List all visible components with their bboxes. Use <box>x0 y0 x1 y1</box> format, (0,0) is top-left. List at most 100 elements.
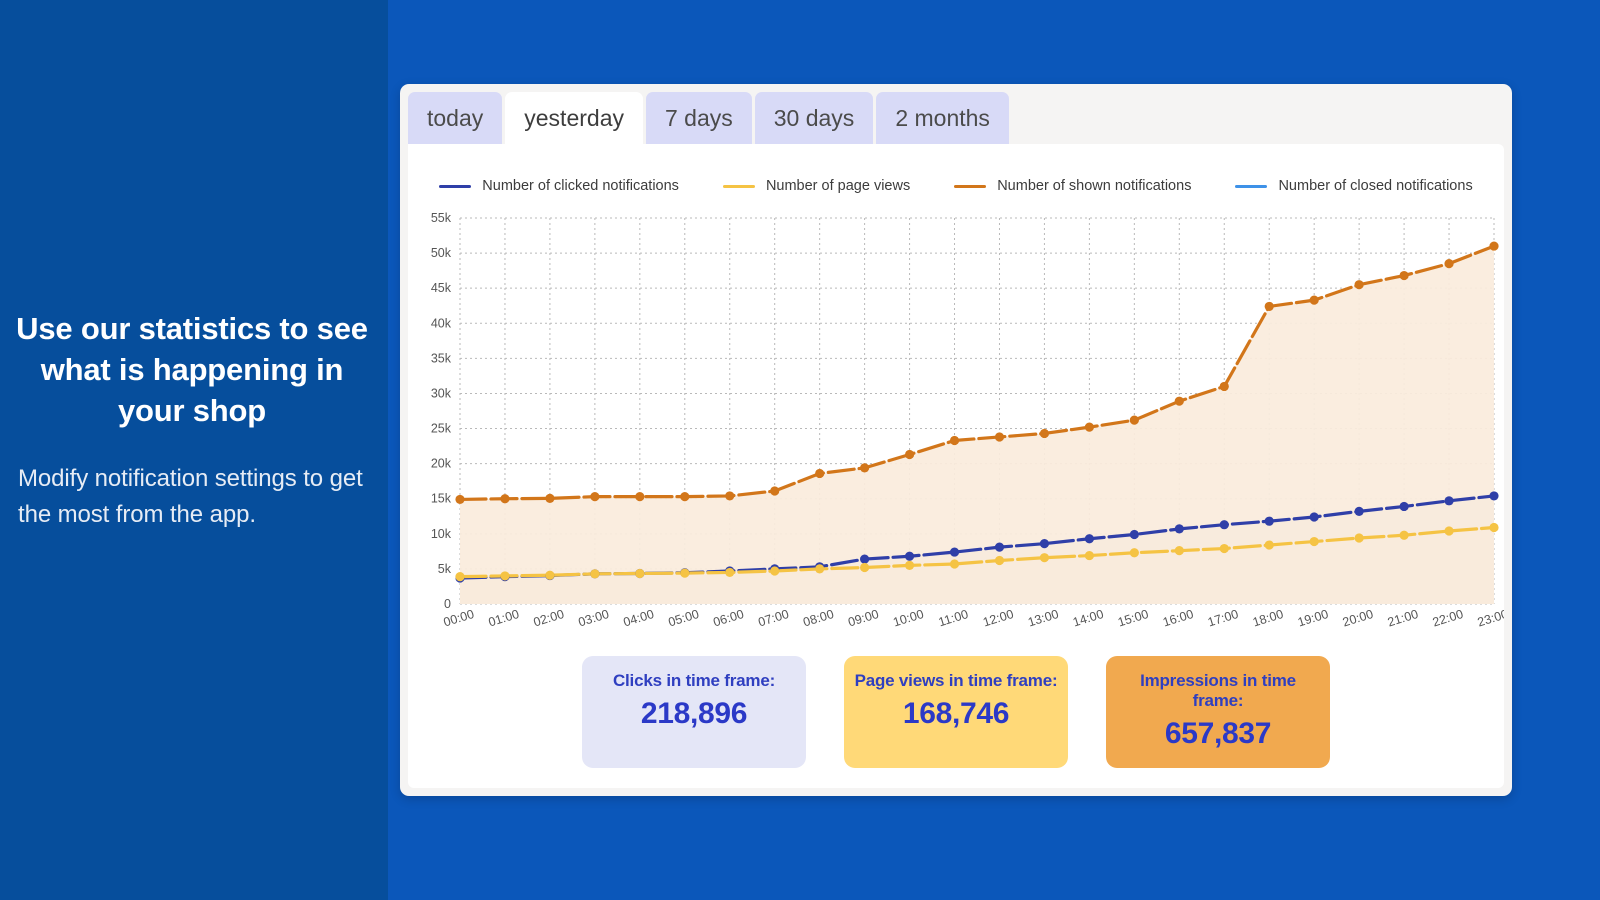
data-point[interactable] <box>1219 381 1229 392</box>
data-point[interactable] <box>725 567 735 578</box>
data-point[interactable] <box>725 491 735 501</box>
data-point[interactable] <box>1039 428 1050 439</box>
data-point[interactable] <box>1084 550 1094 561</box>
data-point[interactable] <box>635 492 645 502</box>
data-point[interactable] <box>770 566 780 576</box>
data-point[interactable] <box>860 463 870 473</box>
data-point[interactable] <box>1264 301 1274 312</box>
data-point[interactable] <box>545 570 555 580</box>
data-point[interactable] <box>455 494 465 505</box>
data-point[interactable] <box>1309 295 1319 305</box>
summary-card-value: 168,746 <box>902 697 1010 730</box>
svg-text:23:00: 23:00 <box>1476 607 1504 628</box>
data-point[interactable] <box>1309 512 1319 522</box>
data-point[interactable] <box>500 494 510 504</box>
svg-text:16:00: 16:00 <box>1161 607 1195 628</box>
data-point[interactable] <box>1264 516 1274 526</box>
data-point[interactable] <box>1084 422 1094 432</box>
data-point[interactable] <box>1354 533 1364 543</box>
tab-7-days[interactable]: 7 days <box>645 92 752 144</box>
data-point[interactable] <box>949 435 960 446</box>
data-point[interactable] <box>994 542 1005 552</box>
legend-swatch-icon <box>1235 184 1268 188</box>
data-point[interactable] <box>949 547 960 557</box>
data-point[interactable] <box>815 564 825 574</box>
data-point[interactable] <box>994 432 1005 442</box>
data-point[interactable] <box>1039 539 1050 549</box>
data-point[interactable] <box>1264 540 1274 550</box>
tab-today[interactable]: today <box>408 92 503 144</box>
chart-panel: Number of clicked notifications Number of… <box>408 144 1504 788</box>
legend-label: Number of clicked notifications <box>482 178 679 194</box>
svg-text:5k: 5k <box>438 562 452 576</box>
data-point[interactable] <box>815 468 825 479</box>
data-point[interactable] <box>590 492 600 502</box>
promo-subtext: Modify notification settings to get the … <box>18 464 363 528</box>
data-point[interactable] <box>455 572 465 582</box>
legend-label: Number of page views <box>765 178 911 194</box>
data-point[interactable] <box>1444 526 1454 536</box>
data-point[interactable] <box>1489 522 1499 533</box>
data-point[interactable] <box>1354 280 1364 290</box>
data-point[interactable] <box>1084 534 1094 544</box>
data-point[interactable] <box>1174 524 1184 534</box>
data-point[interactable] <box>1354 506 1364 516</box>
promo-heading: Use our statistics to see what is happen… <box>16 310 368 428</box>
summary-card-1: Page views in time frame: 168,746 <box>844 656 1068 768</box>
chart-x-axis-labels: 00:00 01:00 02:00 03:00 04:00 05:00 06:00 07:00… <box>442 607 1504 628</box>
data-point[interactable] <box>994 555 1005 566</box>
data-point[interactable] <box>590 569 600 579</box>
data-point[interactable] <box>1219 543 1229 554</box>
data-point[interactable] <box>1444 496 1454 506</box>
promo-sidebar: Use our statistics to see what is happen… <box>0 0 388 900</box>
data-point[interactable] <box>1399 501 1409 512</box>
data-point[interactable] <box>1219 520 1229 530</box>
data-point[interactable] <box>680 568 690 578</box>
data-point[interactable] <box>635 568 645 579</box>
data-point[interactable] <box>1309 536 1319 547</box>
data-point[interactable] <box>949 559 960 569</box>
svg-text:30k: 30k <box>431 386 452 400</box>
svg-text:02:00: 02:00 <box>532 607 566 628</box>
legend-item-1[interactable]: Number of page views <box>722 178 911 194</box>
data-point[interactable] <box>770 486 780 496</box>
data-point[interactable] <box>860 554 870 564</box>
svg-text:45k: 45k <box>431 281 452 295</box>
summary-card-title: Impressions in time frame: <box>1140 671 1296 710</box>
tab-2-months[interactable]: 2 months <box>876 92 1009 144</box>
legend-item-3[interactable]: Number of closed notifications <box>1235 178 1473 194</box>
svg-text:13:00: 13:00 <box>1026 607 1060 628</box>
data-point[interactable] <box>904 560 915 570</box>
legend-item-0[interactable]: Number of clicked notifications <box>439 178 679 194</box>
data-point[interactable] <box>1399 270 1409 281</box>
chart-legend: Number of clicked notifications Number of… <box>408 144 1504 194</box>
data-point[interactable] <box>1489 241 1499 251</box>
data-point[interactable] <box>1129 548 1139 558</box>
data-point[interactable] <box>680 492 690 502</box>
svg-text:04:00: 04:00 <box>622 607 656 628</box>
data-point[interactable] <box>904 551 915 561</box>
data-point[interactable] <box>1129 415 1139 425</box>
svg-text:22:00: 22:00 <box>1431 607 1465 628</box>
statistics-card: today yesterday 7 days 30 days 2 months Numb… <box>400 84 1512 796</box>
data-point[interactable] <box>1174 396 1184 406</box>
svg-text:03:00: 03:00 <box>577 607 611 628</box>
svg-text:19:00: 19:00 <box>1296 607 1330 628</box>
legend-item-2[interactable]: Number of shown notifications <box>954 178 1191 194</box>
data-point[interactable] <box>1129 529 1139 540</box>
data-point[interactable] <box>500 571 510 581</box>
data-point[interactable] <box>1444 259 1454 269</box>
legend-label: Number of shown notifications <box>997 178 1192 194</box>
data-point[interactable] <box>904 449 915 460</box>
data-point[interactable] <box>1039 553 1050 563</box>
data-point[interactable] <box>1399 530 1409 540</box>
tab-yesterday[interactable]: yesterday <box>505 92 643 144</box>
data-point[interactable] <box>860 562 870 573</box>
tab-30-days[interactable]: 30 days <box>754 92 874 144</box>
data-point[interactable] <box>1174 546 1184 556</box>
summary-card-0: Clicks in time frame: 218,896 <box>582 656 806 768</box>
data-point[interactable] <box>1489 491 1499 501</box>
svg-text:20k: 20k <box>431 457 452 471</box>
data-point[interactable] <box>545 493 555 503</box>
svg-text:21:00: 21:00 <box>1386 607 1420 628</box>
